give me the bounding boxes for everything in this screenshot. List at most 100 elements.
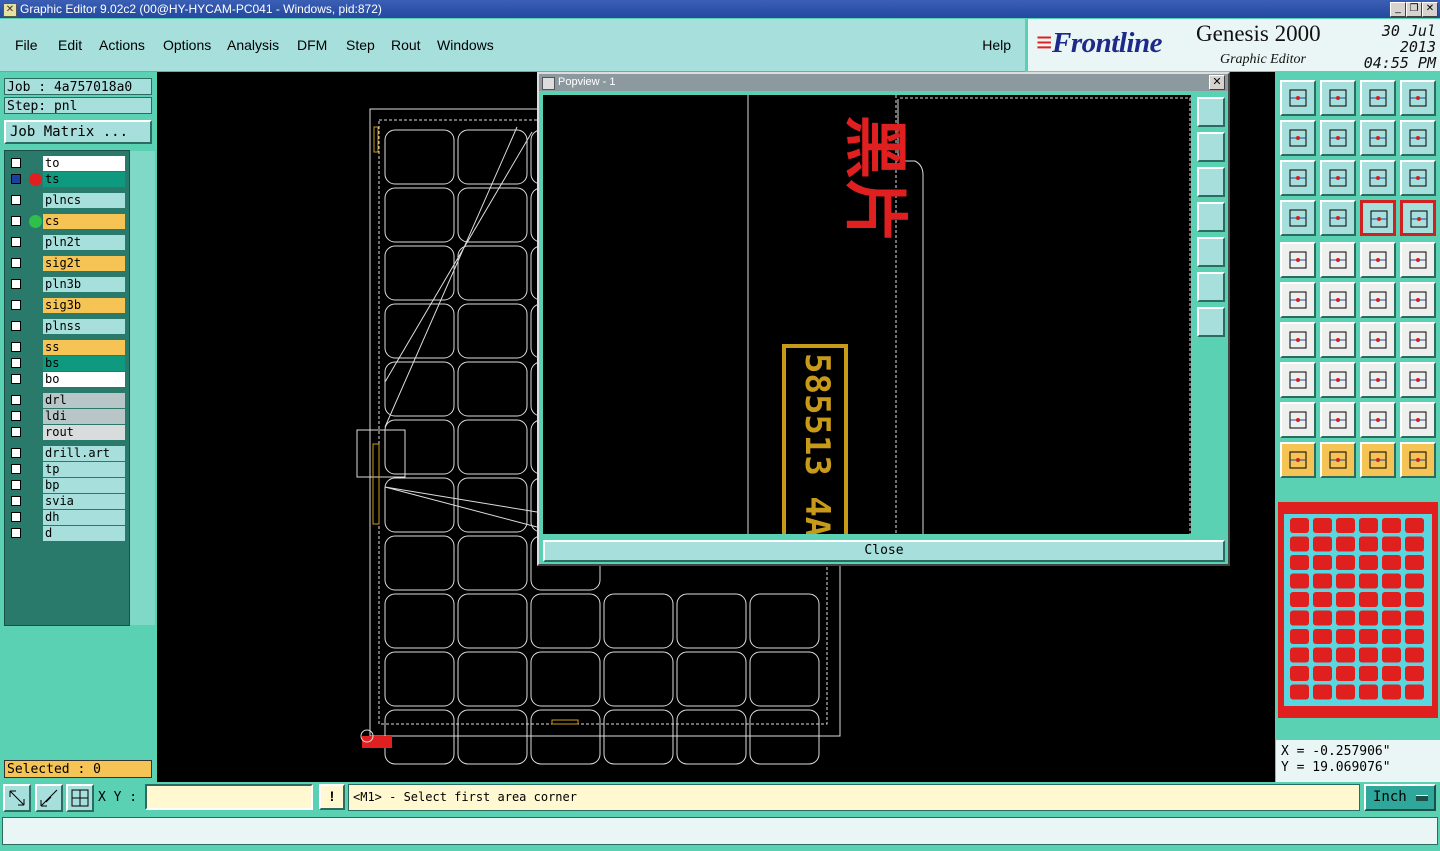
layer-checkbox[interactable] xyxy=(11,358,21,368)
layer-row-to[interactable]: to xyxy=(7,156,127,171)
excl-button[interactable]: ! xyxy=(319,784,345,810)
settings-icon[interactable] xyxy=(1280,200,1316,236)
grid-snap-icon[interactable] xyxy=(66,784,94,812)
layer-checkbox[interactable] xyxy=(11,279,21,289)
panel-minimap[interactable] xyxy=(1278,502,1438,718)
triangle-b-icon[interactable] xyxy=(1320,402,1356,438)
menu-analysis[interactable]: Analysis xyxy=(227,37,279,53)
rotate-icon[interactable] xyxy=(1360,322,1396,358)
layer-row-ts[interactable]: ts xyxy=(7,172,127,187)
layer-row-bp[interactable]: bp xyxy=(7,478,127,493)
layer-row-ldi[interactable]: ldi xyxy=(7,409,127,424)
layer-checkbox[interactable] xyxy=(11,342,21,352)
layer-checkbox[interactable] xyxy=(11,395,21,405)
layers-red-icon[interactable] xyxy=(1360,200,1396,236)
layer-name[interactable]: d xyxy=(43,526,125,541)
menu-file[interactable]: File xyxy=(15,37,38,53)
layer-row-cs[interactable]: cs xyxy=(7,214,127,229)
net-icon[interactable] xyxy=(1400,442,1436,478)
undo-view-icon[interactable] xyxy=(1360,120,1396,156)
layer-row-sig3b[interactable]: sig3b xyxy=(7,298,127,313)
grid-icon[interactable] xyxy=(1320,200,1356,236)
menu-rout[interactable]: Rout xyxy=(391,37,421,53)
layer-checkbox[interactable] xyxy=(11,411,21,421)
snap-icon[interactable] xyxy=(3,784,31,812)
split-view-icon[interactable] xyxy=(1400,80,1436,116)
layer-row-pln2t[interactable]: pln2t xyxy=(7,235,127,250)
pan-left-icon[interactable] xyxy=(1280,120,1316,156)
line-draw-icon[interactable] xyxy=(1320,242,1356,278)
layer-checkbox[interactable] xyxy=(11,195,21,205)
scale-1-2-icon[interactable] xyxy=(1360,160,1396,196)
layer-name[interactable]: drl xyxy=(43,393,125,408)
center-icon[interactable] xyxy=(1320,160,1356,196)
layer-name[interactable]: ts xyxy=(43,172,125,187)
layer-name[interactable]: sig2t xyxy=(43,256,125,271)
layer-row-dh[interactable]: dh xyxy=(7,510,127,525)
triangle-a-icon[interactable] xyxy=(1280,402,1316,438)
layer-name[interactable]: bp xyxy=(43,478,125,493)
pan-down-icon[interactable] xyxy=(1320,80,1356,116)
unit-dropdown[interactable]: Inch xyxy=(1364,784,1436,811)
layer-checkbox[interactable] xyxy=(11,300,21,310)
layer-checkbox[interactable] xyxy=(11,528,21,538)
layer-name[interactable]: rout xyxy=(43,425,125,440)
copy-icon[interactable] xyxy=(1400,282,1436,318)
popview-pan-up-icon[interactable] xyxy=(1197,132,1225,162)
cut-icon[interactable] xyxy=(1320,362,1356,398)
maximize-button[interactable]: ❐ xyxy=(1406,2,1422,17)
group-icon[interactable] xyxy=(1400,362,1436,398)
menu-actions[interactable]: Actions xyxy=(99,37,145,53)
move-icon[interactable] xyxy=(1360,282,1396,318)
zoom-in-area-icon[interactable] xyxy=(1280,80,1316,116)
layer-list-scrollbar[interactable] xyxy=(130,151,155,625)
layer-name[interactable]: bs xyxy=(43,356,125,371)
home-icon[interactable] xyxy=(1360,80,1396,116)
layer-row-pln3b[interactable]: pln3b xyxy=(7,277,127,292)
layer-name[interactable]: ss xyxy=(43,340,125,355)
popview-zoom-fit-icon[interactable] xyxy=(1197,272,1225,302)
popview-close-button[interactable]: Close xyxy=(543,540,1225,562)
layer-checkbox[interactable] xyxy=(11,158,21,168)
layer-row-d[interactable]: d xyxy=(7,526,127,541)
layer-checkbox[interactable] xyxy=(11,480,21,490)
connect-icon[interactable] xyxy=(1280,282,1316,318)
layer-checkbox[interactable] xyxy=(11,174,21,184)
layer-name[interactable]: ldi xyxy=(43,409,125,424)
layer-checkbox[interactable] xyxy=(11,216,21,226)
layer-row-drill-art[interactable]: drill.art xyxy=(7,446,127,461)
popview-pan-left-icon[interactable] xyxy=(1197,202,1225,232)
layer-name[interactable]: plnss xyxy=(43,319,125,334)
triangle-c-icon[interactable] xyxy=(1360,402,1396,438)
layer-name[interactable]: tp xyxy=(43,462,125,477)
layer-row-sig2t[interactable]: sig2t xyxy=(7,256,127,271)
layer-row-plnss[interactable]: plnss xyxy=(7,319,127,334)
layer-checkbox[interactable] xyxy=(11,464,21,474)
mirror-icon[interactable] xyxy=(1400,322,1436,358)
redo-view-icon[interactable] xyxy=(1400,120,1436,156)
layer-checkbox[interactable] xyxy=(11,237,21,247)
minimize-button[interactable]: _ xyxy=(1390,2,1406,17)
select-box-icon[interactable] xyxy=(1320,442,1356,478)
layer-name[interactable]: sig3b xyxy=(43,298,125,313)
menu-help[interactable]: Help xyxy=(982,37,1011,53)
layers-red-2-icon[interactable] xyxy=(1400,200,1436,236)
layer-row-ss[interactable]: ss xyxy=(7,340,127,355)
layer-checkbox[interactable] xyxy=(11,496,21,506)
menu-step[interactable]: Step xyxy=(346,37,375,53)
layer-row-plncs[interactable]: plncs xyxy=(7,193,127,208)
layer-name[interactable]: plncs xyxy=(43,193,125,208)
popview-canvas[interactable]: 黑片 585513 4A75 xyxy=(543,95,1191,578)
layer-checkbox[interactable] xyxy=(11,448,21,458)
snap-point-icon[interactable] xyxy=(1280,362,1316,398)
layer-row-drl[interactable]: drl xyxy=(7,393,127,408)
layer-row-bs[interactable]: bs xyxy=(7,356,127,371)
layer-name[interactable]: pln2t xyxy=(43,235,125,250)
layer-row-tp[interactable]: tp xyxy=(7,462,127,477)
ruler-icon[interactable] xyxy=(1360,242,1396,278)
measure-icon[interactable] xyxy=(35,784,63,812)
layer-checkbox[interactable] xyxy=(11,512,21,522)
xy-input[interactable] xyxy=(145,784,313,810)
popview-close-icon[interactable]: ✕ xyxy=(1209,75,1225,90)
select-feature-icon[interactable] xyxy=(1280,242,1316,278)
